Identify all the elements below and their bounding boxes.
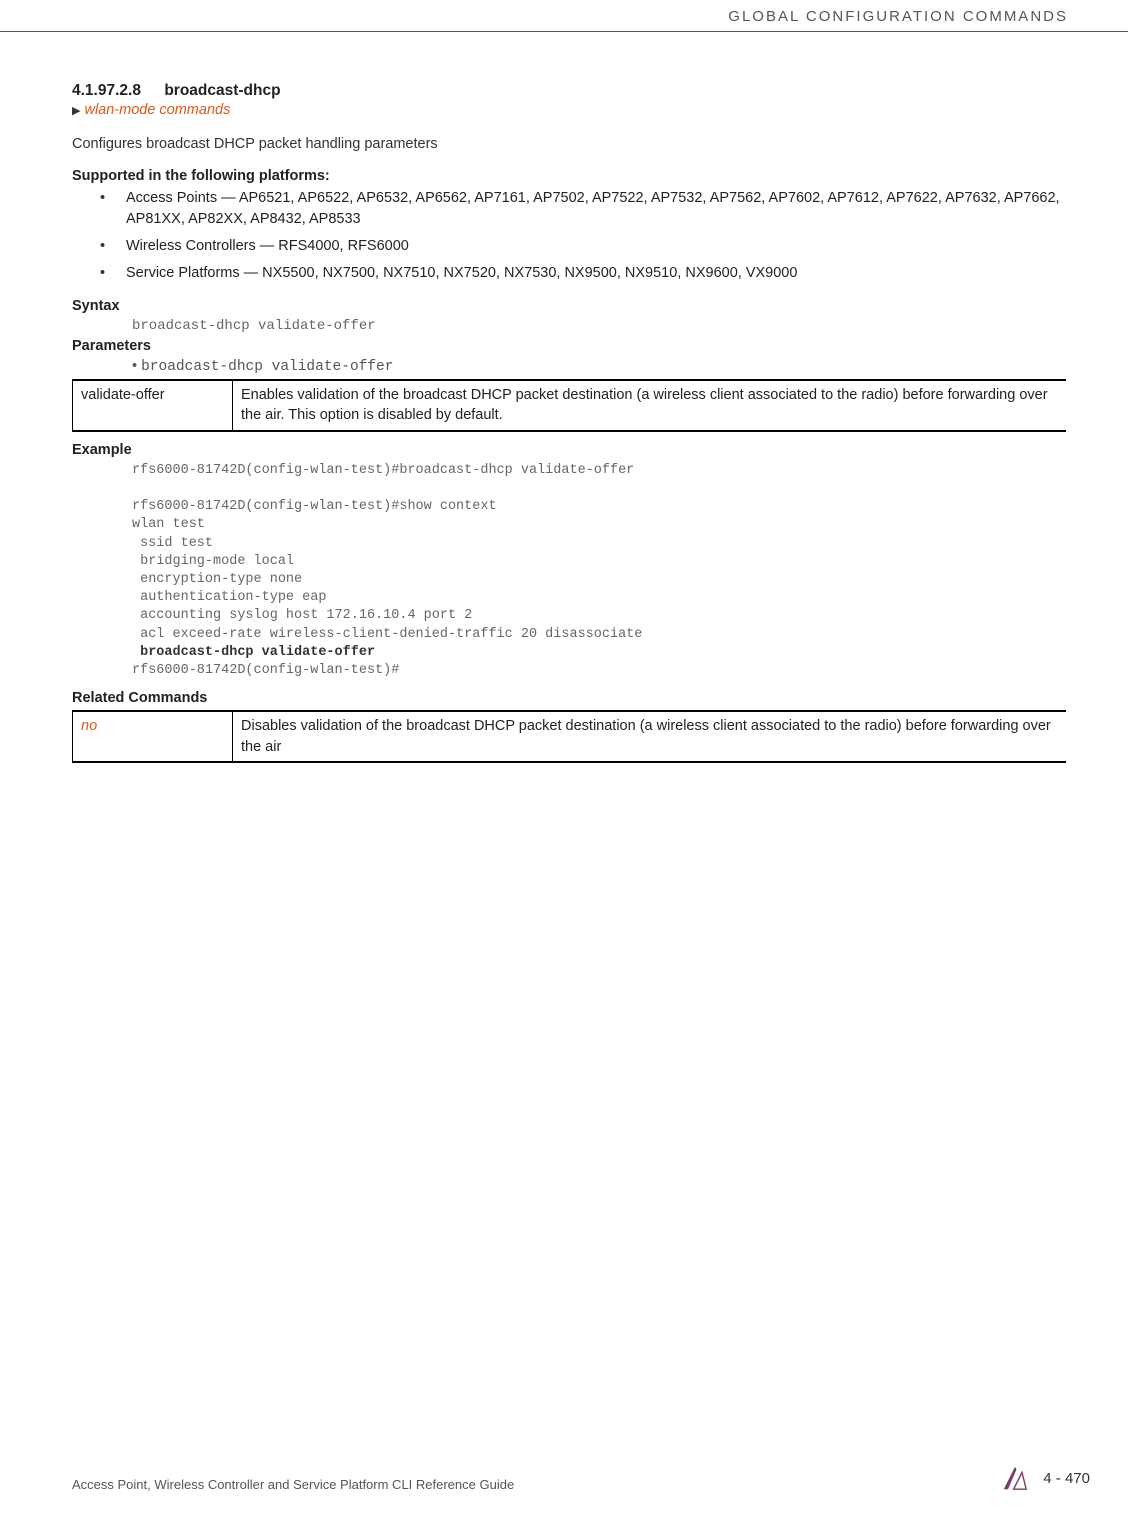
related-desc: Disables validation of the broadcast DHC… — [233, 711, 1067, 762]
table-row: no Disables validation of the broadcast … — [73, 711, 1067, 762]
section-title: broadcast-dhcp — [164, 82, 280, 99]
header-title: GLOBAL CONFIGURATION COMMANDS — [728, 8, 1068, 25]
related-cmd: no — [73, 711, 233, 762]
example-pre: rfs6000-81742D(config-wlan-test)#broadca… — [132, 463, 642, 642]
footer-logo-icon — [1001, 1464, 1029, 1492]
section-heading: 4.1.97.2.8 broadcast-dhcp — [72, 82, 1066, 100]
example-bold-line: broadcast-dhcp validate-offer — [132, 645, 375, 660]
page-header: GLOBAL CONFIGURATION COMMANDS — [0, 0, 1128, 32]
section-number: 4.1.97.2.8 — [72, 82, 160, 100]
example-post: rfs6000-81742D(config-wlan-test)# — [132, 663, 399, 678]
list-item: Access Points — AP6521, AP6522, AP6532, … — [100, 188, 1066, 230]
param-name: validate-offer — [73, 380, 233, 431]
platforms-list: Access Points — AP6521, AP6522, AP6532, … — [72, 188, 1066, 284]
syntax-heading: Syntax — [72, 298, 1066, 314]
list-item: Wireless Controllers — RFS4000, RFS6000 — [100, 236, 1066, 257]
footer-right: 4 - 470 — [1001, 1464, 1090, 1492]
page-footer: Access Point, Wireless Controller and Se… — [0, 1464, 1128, 1492]
parameters-heading: Parameters — [72, 338, 1066, 354]
breadcrumb-text: wlan-mode commands — [84, 102, 230, 118]
parameters-table: validate-offer Enables validation of the… — [72, 379, 1066, 432]
example-heading: Example — [72, 442, 1066, 458]
supported-heading: Supported in the following platforms: — [72, 168, 1066, 184]
page-number: 4 - 470 — [1043, 1470, 1090, 1487]
intro-text: Configures broadcast DHCP packet handlin… — [72, 136, 1066, 152]
related-link[interactable]: no — [81, 718, 97, 734]
related-table: no Disables validation of the broadcast … — [72, 710, 1066, 763]
footer-left: Access Point, Wireless Controller and Se… — [72, 1477, 514, 1492]
page-content: 4.1.97.2.8 broadcast-dhcp ▶ wlan-mode co… — [0, 32, 1128, 763]
breadcrumb: ▶ wlan-mode commands — [72, 102, 1066, 118]
table-row: validate-offer Enables validation of the… — [73, 380, 1067, 431]
parameters-bullet: broadcast-dhcp validate-offer — [72, 358, 1066, 375]
syntax-code: broadcast-dhcp validate-offer — [72, 318, 1066, 334]
param-desc: Enables validation of the broadcast DHCP… — [233, 380, 1067, 431]
arrow-icon: ▶ — [72, 104, 80, 117]
list-item: Service Platforms — NX5500, NX7500, NX75… — [100, 263, 1066, 284]
related-heading: Related Commands — [72, 690, 1066, 706]
example-code: rfs6000-81742D(config-wlan-test)# broadca… — [72, 462, 1066, 681]
